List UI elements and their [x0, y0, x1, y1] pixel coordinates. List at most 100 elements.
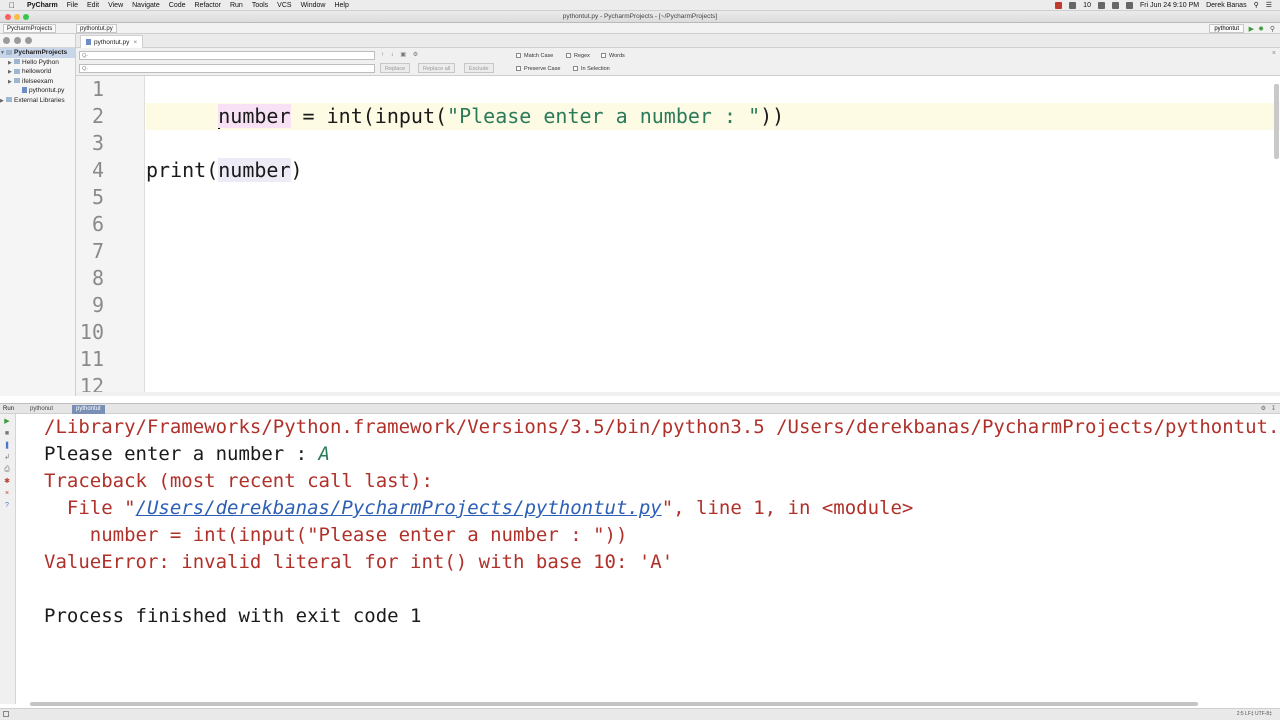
app-menus: PyCharm File Edit View Navigate Code Ref… [27, 0, 358, 11]
folder-icon [14, 59, 20, 65]
settings-icon[interactable] [25, 37, 32, 44]
volume-icon[interactable] [1111, 2, 1119, 9]
run-panel-label: Run [3, 406, 15, 412]
help-icon[interactable]: ? [3, 502, 11, 510]
pause-icon[interactable]: ❚ [3, 442, 11, 450]
code-editor[interactable]: 1 2 3 4 5 6 7 8 9 10 11 12 number = int(… [76, 76, 1280, 396]
tree-item[interactable]: pythontut.py [0, 86, 75, 96]
line-number: 8 [91, 266, 104, 290]
console-horizontal-scrollbar[interactable] [30, 702, 1198, 706]
wifi-icon[interactable] [1097, 2, 1105, 9]
tree-item-label: ifelseexam [22, 77, 54, 85]
dropbox-icon[interactable] [1069, 2, 1077, 9]
status-info[interactable]: 2:5 LF‡ UTF-8‡ [1237, 709, 1272, 720]
replace-all-button[interactable]: Replace all [418, 63, 456, 73]
menu-navigate[interactable]: Navigate [132, 0, 160, 11]
rerun-icon[interactable]: ▶ [3, 418, 11, 426]
minimize-window-button[interactable] [14, 14, 20, 20]
window-title-bar: pythontut.py - PycharmProjects - [~/Pych… [0, 11, 1280, 23]
replace-input[interactable]: Q- [79, 64, 375, 73]
notification-center-icon[interactable]: ☰ [1266, 0, 1272, 11]
line-number: 7 [91, 239, 104, 263]
console-file-link[interactable]: /Users/derekbanas/PycharmProjects/python… [136, 497, 662, 519]
tree-item[interactable]: ▶ ifelseexam [0, 77, 75, 87]
close-window-button[interactable] [5, 14, 11, 20]
exclude-button[interactable]: Exclude [464, 63, 494, 73]
zoom-window-button[interactable] [23, 14, 29, 20]
spotlight-icon[interactable]: ⚲ [1254, 0, 1259, 11]
select-all-occurrences-icon[interactable]: ▣ [400, 52, 406, 58]
library-icon [6, 97, 12, 103]
editor-tab[interactable]: pythontut.py × [80, 35, 144, 48]
find-replace-bar: Q- Q- ↑ ↓ ▣ ⚙ Replace Replace all Exclud… [76, 48, 1280, 76]
menu-vcs[interactable]: VCS [277, 0, 291, 11]
menu-code[interactable]: Code [169, 0, 186, 11]
line-number: 6 [91, 212, 104, 236]
run-tab-pythontut[interactable]: pythontut [72, 405, 105, 414]
breadcrumb-project[interactable]: PycharmProjects [3, 24, 57, 33]
menu-view[interactable]: View [108, 0, 123, 11]
tree-root[interactable]: ▼ PycharmProjects [0, 48, 75, 58]
menu-help[interactable]: Help [334, 0, 348, 11]
editor-scrollbar[interactable] [1274, 84, 1279, 159]
find-navigation: ↑ ↓ ▣ ⚙ [381, 51, 423, 58]
editor-tab-label: pythontut.py [94, 39, 130, 46]
line-number: 10 [79, 320, 104, 344]
close-tab-icon[interactable]: × [133, 39, 137, 46]
run-tab-pythonut[interactable]: pythonut [26, 405, 57, 414]
collapse-icon[interactable] [14, 37, 21, 44]
stop-icon[interactable]: ■ [3, 430, 11, 438]
arrow-down-icon[interactable]: ↓ [391, 52, 394, 58]
record-icon[interactable] [1055, 2, 1063, 9]
run-console[interactable]: /Library/Frameworks/Python.framework/Ver… [16, 414, 1280, 704]
regex-label: Regex [574, 53, 590, 59]
apple-icon[interactable]:  [9, 0, 15, 11]
arrow-up-icon[interactable]: ↑ [381, 52, 384, 58]
user-name[interactable]: Derek Banas [1206, 0, 1246, 11]
words-label: Words [609, 53, 625, 59]
find-input[interactable]: Q- [79, 51, 375, 60]
close-find-icon[interactable]: × [1272, 50, 1276, 57]
words-checkbox[interactable]: Words [601, 52, 625, 60]
preserve-case-checkbox[interactable]: Preserve Case [516, 65, 560, 73]
run-config-select[interactable]: pythontut [1209, 24, 1244, 33]
macos-menu-bar:  PyCharm File Edit View Navigate Code R… [0, 0, 1280, 11]
gear-icon[interactable]: ⚙ [1261, 404, 1266, 414]
token-number-usage[interactable]: number [218, 158, 291, 182]
regex-checkbox[interactable]: Regex [566, 52, 590, 60]
match-case-checkbox[interactable]: Match Case [516, 52, 553, 60]
battery-count[interactable]: 10 [1083, 0, 1091, 11]
token-number-highlight[interactable]: number [218, 104, 291, 128]
menu-app[interactable]: PyCharm [27, 0, 58, 11]
menu-refactor[interactable]: Refactor [195, 0, 221, 11]
breadcrumb-file[interactable]: pythontut.py [76, 24, 117, 33]
navigation-bar: PycharmProjects pythontut.py pythontut ▶… [0, 23, 1280, 34]
menu-run[interactable]: Run [230, 0, 243, 11]
replace-button[interactable]: Replace [380, 63, 411, 73]
print-icon[interactable]: ⎙ [3, 466, 11, 474]
menu-edit[interactable]: Edit [87, 0, 99, 11]
code-line-2[interactable]: number = int(input("Please enter a numbe… [146, 103, 1280, 130]
tree-item[interactable]: ▶ Hello Python [0, 58, 75, 68]
soft-wrap-icon[interactable]: ↲ [3, 454, 11, 462]
menu-tools[interactable]: Tools [252, 0, 268, 11]
code-text: print( [146, 158, 219, 182]
sync-icon[interactable] [3, 37, 10, 44]
flag-icon[interactable] [1125, 2, 1133, 9]
menu-file[interactable]: File [67, 0, 78, 11]
tree-item[interactable]: ▶ External Libraries [0, 96, 75, 106]
in-selection-checkbox[interactable]: In Selection [573, 65, 610, 73]
find-settings-icon[interactable]: ⚙ [413, 52, 418, 58]
code-text: = int(input( [290, 104, 448, 128]
hide-panel-icon[interactable]: ↧ [1271, 404, 1276, 414]
code-line-4[interactable]: print(number) [146, 157, 1280, 184]
tree-item-label: helloworld [22, 68, 52, 75]
tree-item[interactable]: ▶ helloworld [0, 67, 75, 77]
clock[interactable]: Fri Jun 24 9:10 PM [1140, 0, 1199, 11]
tool-windows-icon[interactable] [3, 711, 9, 717]
editor-horizontal-scrollbar[interactable] [76, 392, 1280, 396]
close-run-icon[interactable]: × [3, 490, 11, 498]
pin-icon[interactable]: ✱ [3, 478, 11, 486]
tree-root-label: PycharmProjects [14, 49, 68, 56]
menu-window[interactable]: Window [301, 0, 326, 11]
